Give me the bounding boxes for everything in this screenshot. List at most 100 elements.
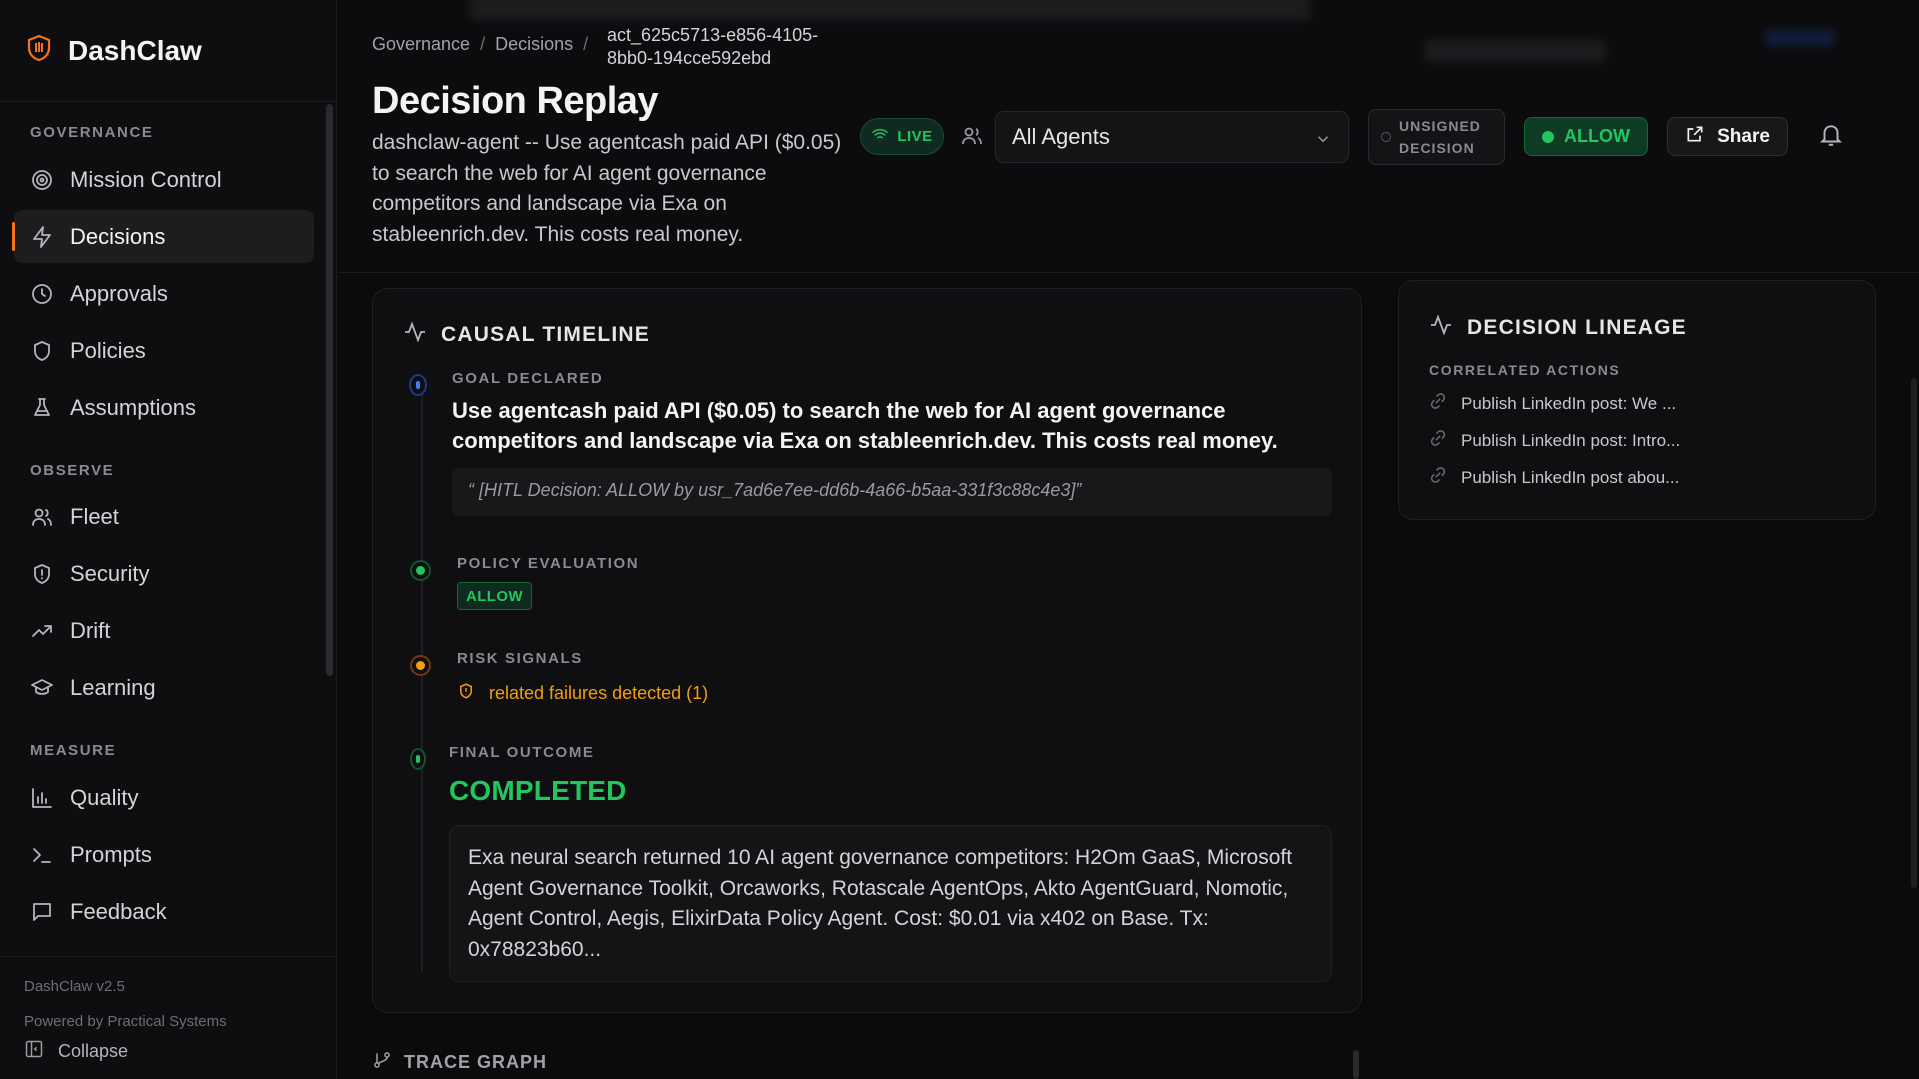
sidebar-item-policies[interactable]: Policies [14, 324, 314, 377]
blurred-background-content [1765, 30, 1835, 46]
page-subtitle: dashclaw-agent -- Use agentcash paid API… [372, 131, 842, 246]
sidebar-item-label: Fleet [70, 503, 119, 529]
trace-graph-title: TRACE GRAPH [372, 1050, 547, 1075]
unsigned-decision-badge: UNSIGNED DECISION [1368, 109, 1505, 165]
allow-status-badge: ALLOW [1524, 117, 1648, 156]
sidebar-item-assumptions[interactable]: Assumptions [14, 381, 314, 434]
sidebar-item-decisions[interactable]: Decisions [12, 210, 314, 263]
correlated-action-label: Publish LinkedIn post abou... [1461, 467, 1680, 487]
bar-chart-icon [30, 786, 54, 810]
sidebar-item-quality[interactable]: Quality [14, 771, 314, 824]
unsigned-label: UNSIGNED DECISION [1399, 118, 1481, 156]
sidebar: DashClaw GOVERNANCE Mission Control Deci… [0, 0, 337, 1079]
target-icon [30, 168, 54, 192]
clock-icon [30, 282, 54, 306]
agent-select-value: All Agents [1012, 124, 1110, 149]
agent-select[interactable]: All Agents [995, 111, 1349, 163]
share-button[interactable]: Share [1667, 117, 1788, 156]
causal-timeline-title: CAUSAL TIMELINE [403, 320, 650, 350]
sidebar-item-fleet[interactable]: Fleet [14, 490, 314, 543]
status-dot-icon [1381, 132, 1391, 142]
policy-evaluation-label: POLICY EVALUATION [457, 555, 640, 572]
goal-declared-label: GOAL DECLARED [452, 370, 604, 387]
breadcrumb: Governance / Decisions / [372, 34, 588, 55]
risk-signal-text: related failures detected (1) [489, 683, 709, 703]
bell-icon[interactable] [1818, 122, 1844, 153]
sidebar-item-mission-control[interactable]: Mission Control [14, 153, 314, 206]
card-title-label: DECISION LINEAGE [1467, 316, 1687, 339]
blurred-background-content [470, 0, 1310, 20]
powered-by-label: Powered by Practical Systems [24, 1013, 227, 1030]
correlated-action-item[interactable]: Publish LinkedIn post: We ... [1429, 392, 1676, 415]
sidebar-item-label: Quality [70, 784, 139, 810]
correlated-action-label: Publish LinkedIn post: We ... [1461, 393, 1677, 413]
sidebar-item-label: Learning [70, 674, 156, 700]
breadcrumb-separator: / [480, 34, 486, 54]
correlated-action-label: Publish LinkedIn post: Intro... [1461, 430, 1681, 450]
live-label: LIVE [897, 128, 933, 145]
trace-graph-label: TRACE GRAPH [404, 1052, 548, 1072]
activity-icon [403, 320, 427, 350]
link-icon [1429, 392, 1447, 415]
sidebar-item-label: Mission Control [70, 166, 222, 192]
brand-name: DashClaw [68, 34, 202, 66]
graduation-cap-icon [30, 676, 54, 700]
sidebar-item-label: Policies [70, 337, 146, 363]
users-icon [960, 124, 984, 153]
main-scrollbar[interactable] [1353, 1050, 1359, 1079]
breadcrumb-decisions[interactable]: Decisions [495, 34, 573, 55]
timeline-connector [421, 382, 423, 972]
sidebar-item-label: Drift [70, 617, 111, 643]
policy-node-icon [410, 560, 431, 581]
sidebar-item-prompts[interactable]: Prompts [14, 828, 314, 881]
divider [338, 272, 1919, 273]
brand[interactable]: DashClaw [26, 34, 202, 67]
sidebar-scrollbar[interactable] [326, 104, 333, 676]
trend-icon [30, 619, 54, 643]
sidebar-item-drift[interactable]: Drift [14, 604, 314, 657]
dashclaw-logo-icon [26, 34, 52, 67]
sidebar-item-label: Assumptions [70, 394, 196, 420]
allow-label: ALLOW [1564, 126, 1630, 146]
users-icon [30, 505, 54, 529]
correlated-actions-label: CORRELATED ACTIONS [1429, 362, 1621, 378]
sidebar-item-label: Approvals [70, 280, 168, 306]
breadcrumb-action-id: act_625c5713-e856-4105-8bb0-194cce592ebd [607, 25, 819, 68]
collapse-button[interactable]: Collapse [24, 1039, 128, 1064]
blurred-background-content [1425, 40, 1605, 62]
risk-signal-item: related failures detected (1) [457, 682, 708, 705]
section-label-observe: OBSERVE [30, 462, 115, 479]
shield-icon [30, 339, 54, 363]
goal-node-icon [409, 374, 427, 396]
card-title-label: CAUSAL TIMELINE [441, 323, 650, 346]
outcome-node-icon [410, 748, 426, 770]
hitl-decision-quote: “ [HITL Decision: ALLOW by usr_7ad6e7ee-… [452, 468, 1332, 516]
version-label: DashClaw v2.5 [24, 978, 125, 995]
shield-alert-icon [30, 562, 54, 586]
divider [0, 956, 337, 957]
git-branch-icon [372, 1050, 392, 1075]
sidebar-item-feedback[interactable]: Feedback [14, 885, 314, 938]
decision-lineage-title: DECISION LINEAGE [1429, 313, 1687, 343]
collapse-label: Collapse [58, 1041, 129, 1061]
share-label: Share [1717, 125, 1770, 147]
sidebar-item-security[interactable]: Security [14, 547, 314, 600]
link-icon [1429, 466, 1447, 489]
breadcrumb-separator: / [583, 34, 589, 54]
final-outcome-label: FINAL OUTCOME [449, 744, 595, 761]
external-link-icon [1685, 124, 1705, 150]
terminal-icon [30, 843, 54, 867]
page-scrollbar[interactable] [1911, 378, 1917, 888]
lightning-icon [30, 225, 54, 249]
message-icon [30, 900, 54, 924]
breadcrumb-governance[interactable]: Governance [372, 34, 470, 55]
correlated-action-item[interactable]: Publish LinkedIn post: Intro... [1429, 429, 1680, 452]
goal-text: Use agentcash paid API ($0.05) to search… [452, 398, 1278, 453]
sidebar-item-approvals[interactable]: Approvals [14, 267, 314, 320]
correlated-action-item[interactable]: Publish LinkedIn post abou... [1429, 466, 1679, 489]
activity-icon [1429, 313, 1453, 343]
chevron-down-icon [1314, 128, 1332, 154]
link-icon [1429, 429, 1447, 452]
sidebar-item-learning[interactable]: Learning [14, 661, 314, 714]
sidebar-collapse-icon [24, 1039, 44, 1064]
